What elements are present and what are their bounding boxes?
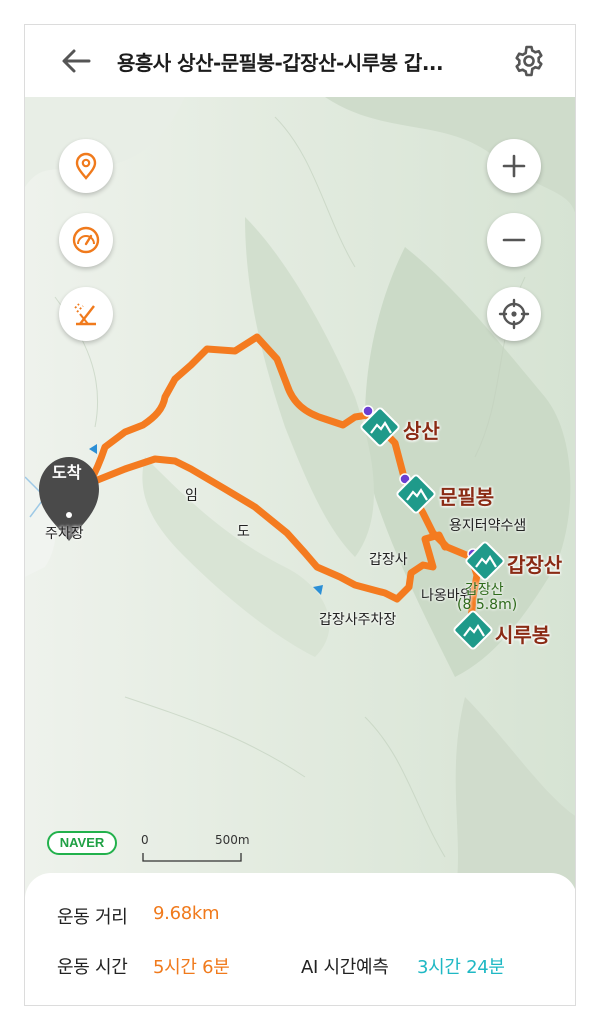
spring-label: 용지터약수샘 [449,518,527,534]
stats-panel: 운동 거리 9.68km 운동 시간 5시간 6분 AI 시간예측 3시간 24… [25,873,575,1005]
temple-parking-label: 갑장사주차장 [319,612,397,628]
zoom-out-icon [502,238,526,242]
route-slope-button[interactable] [59,287,113,341]
ai-estimate-value: 3시간 24분 [417,957,505,978]
arrow-left-icon [62,49,91,73]
forest-road-label-1: 임 [185,488,198,504]
temple-label: 갑장사 [369,552,408,568]
forest-road-label-2: 도 [237,524,250,540]
zoom-in-button[interactable] [487,139,541,193]
ai-estimate-label: AI 시간예측 [301,957,389,978]
crosshair-locate-icon [498,298,530,330]
route-slope-icon [74,303,96,326]
app-frame: 용흥사 상산-문필봉-갑장산-시루봉 갑... 도착 주차장 임 도 용지터약수… [24,24,576,1006]
zoom-out-button[interactable] [487,213,541,267]
distance-value: 9.68km [153,903,220,924]
scale-start-label: 0 [141,833,149,847]
peak-label-sangsan[interactable]: 상산 [403,415,440,444]
scale-end-label: 500m [215,833,250,847]
distance-label: 운동 거리 [57,907,128,928]
zoom-in-icon [502,154,526,178]
map-view[interactable]: 도착 주차장 임 도 용지터약수샘 갑장사 나옹바위 갑장산 (8 5.8m) … [25,97,575,897]
peak-label-sirubong[interactable]: 시루봉 [495,619,550,648]
speedometer-button[interactable] [59,213,113,267]
arrival-badge: 도착 [52,463,82,482]
page-title: 용흥사 상산-문필봉-갑장산-시루봉 갑... [117,51,444,75]
time-value: 5시간 6분 [153,957,230,978]
speedometer-icon [72,226,100,254]
peak-detail-altitude: (8 5.8m) [457,597,518,613]
back-button[interactable] [59,45,93,77]
location-pin-icon [75,152,97,180]
peak-detail-name: 갑장산 [465,582,504,598]
location-pin-button[interactable] [59,139,113,193]
settings-button[interactable] [511,43,547,79]
naver-logo: NAVER [47,831,117,855]
peak-label-munpilbong[interactable]: 문필봉 [439,481,494,510]
parking-label: 주차장 [45,526,84,542]
header: 용흥사 상산-문필봉-갑장산-시루봉 갑... [25,25,575,97]
locate-me-button[interactable] [487,287,541,341]
peak-label-gapjangsan[interactable]: 갑장산 [507,549,562,578]
gear-icon [515,45,543,77]
time-label: 운동 시간 [57,957,128,978]
